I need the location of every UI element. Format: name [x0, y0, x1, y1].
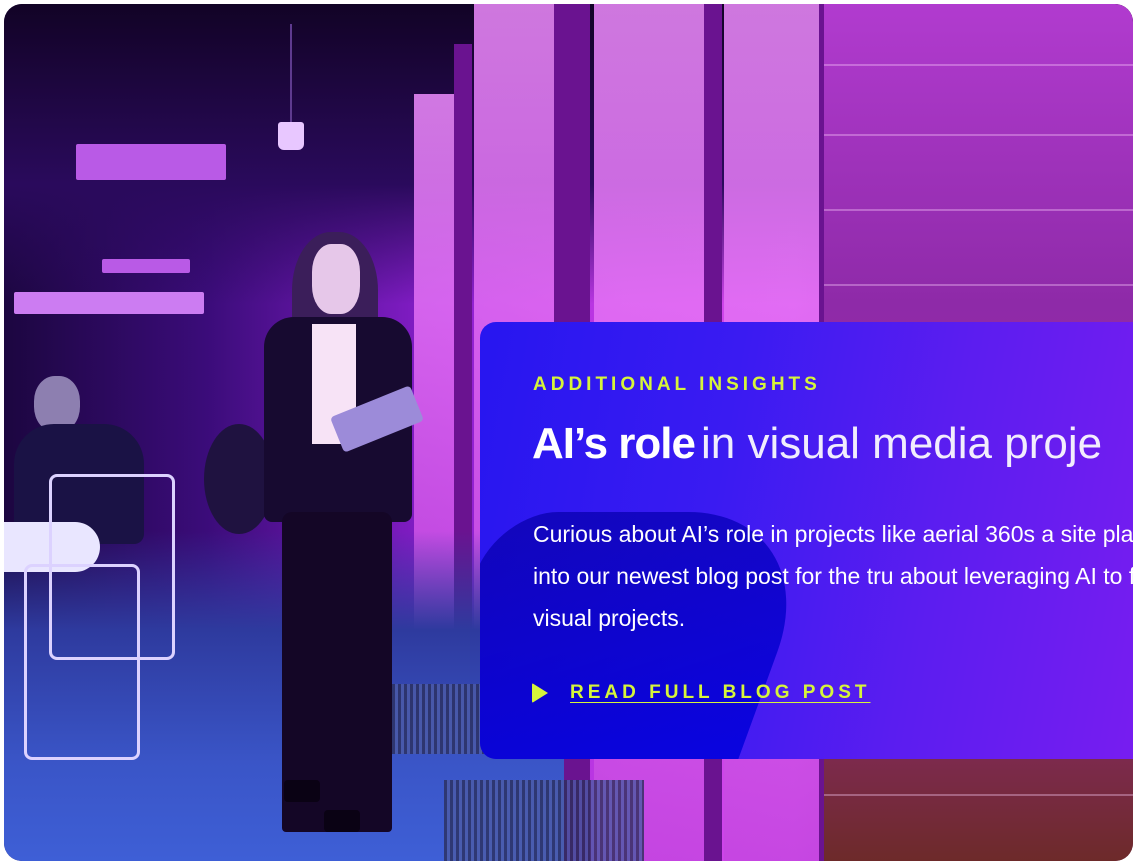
card-body: Curious about AI’s role in projects like… — [533, 521, 1133, 631]
play-triangle-icon — [532, 683, 548, 703]
card-headline: AI’s role in visual media proje — [532, 419, 1102, 469]
headline-bold: AI’s role — [532, 419, 696, 468]
ceiling-ac-unit — [76, 144, 226, 180]
office-chair — [24, 564, 140, 760]
businesswoman — [254, 232, 424, 832]
floor-vent — [444, 780, 644, 861]
ceiling-beam — [14, 292, 204, 314]
insights-card: ADDITIONAL INSIGHTS AI’s role in visual m… — [480, 322, 1133, 759]
card-eyebrow: ADDITIONAL INSIGHTS — [533, 374, 821, 395]
read-blog-post-link[interactable]: READ FULL BLOG POST — [532, 682, 870, 704]
headline-light: in visual media proje — [700, 419, 1103, 468]
lamp-cord — [290, 24, 292, 124]
ceiling-ac-unit — [102, 259, 190, 273]
pendant-lamp — [278, 122, 304, 150]
cta-label: READ FULL BLOG POST — [570, 682, 871, 703]
